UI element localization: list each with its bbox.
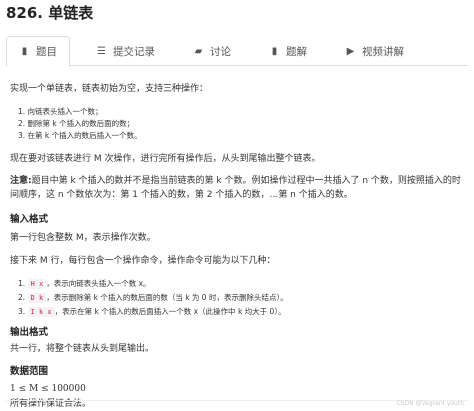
book-icon: ▮ [21, 46, 28, 57]
tab-label: 提交记录 [113, 45, 155, 58]
cmd-num: 1. [18, 279, 26, 288]
tab-video[interactable]: ▶ 视频讲解 [333, 36, 416, 66]
tab-problem[interactable]: ▮ 题目 [6, 36, 70, 67]
tab-label: 题目 [36, 46, 57, 58]
tab-label: 题解 [286, 45, 307, 58]
bookmark-icon: ▮ [271, 45, 278, 57]
cmd-code: H x [27, 279, 47, 289]
tab-solutions[interactable]: ▮ 题解 [257, 36, 319, 66]
range-formula: 1 ≤ M ≤ 100000 [10, 384, 86, 394]
cmd-code: D k [27, 293, 47, 303]
page-title: 826. 单链表 [6, 4, 94, 22]
cmd-item-3: 3. I k x ，表示在第 k 个插入的数后面插入一个数 x（此操作中 k 均大… [18, 305, 286, 319]
cmd-item-2: 2. D k ，表示删除第 k 个插入的数后面的数（当 k 为 0 时，表示删除头… [18, 291, 288, 305]
input-heading: 输入格式 [10, 214, 49, 225]
video-icon: ▶ [346, 45, 355, 57]
tab-label: 视频讲解 [362, 45, 404, 58]
watermark: CSDN @Vagrant youth [396, 400, 464, 407]
output-heading: 输出格式 [10, 327, 49, 338]
note-line-1: 注意:题目中第 k 个插入的数并不是指当前链表的第 k 个数。例如操作过程中一共… [10, 174, 461, 188]
note-text-1: 题目中第 k 个插入的数并不是指当前链表的第 k 个数。例如操作过程中一共插入了… [31, 176, 461, 186]
tab-bar: ▮ 题目 ☰ 提交记录 ▰ 讨论 ▮ 题解 ▶ 视频讲解 [6, 36, 468, 67]
tab-discussion[interactable]: ▰ 讨论 [181, 36, 243, 66]
op-item-3: 3. 在第 k 个插入的数后插入一个数。 [18, 131, 142, 140]
cmd-num: 3. [18, 307, 26, 316]
list-icon: ☰ [97, 45, 106, 57]
note-line-2: 间顺序，这 n 个数依次为：第 1 个插入的数，第 2 个插入的数，…第 n 个… [10, 190, 353, 200]
intro-text: 实现一个单链表，链表初始为空，支持三种操作： [10, 84, 209, 94]
task-text: 现在要对该链表进行 M 次操作，进行完所有操作后，从头到尾输出整个链表。 [10, 154, 321, 164]
cmd-text: ，表示向链表头插入一个数 x。 [46, 279, 151, 288]
tab-label: 讨论 [210, 45, 231, 58]
cmd-code: I k x [27, 307, 55, 317]
input-line-2: 接下来 M 行，每行包含一个操作命令，操作命令可能为以下几种： [10, 256, 276, 266]
cmd-item-1: 1. H x ，表示向链表头插入一个数 x。 [18, 277, 151, 291]
output-line: 共一行，将整个链表从头到尾输出。 [10, 344, 155, 354]
tab-submissions[interactable]: ☰ 提交记录 [84, 36, 167, 66]
cmd-text: ，表示在第 k 个插入的数后面插入一个数 x（此操作中 k 均大于 0）。 [54, 307, 286, 316]
input-line-1: 第一行包含整数 M，表示操作次数。 [10, 233, 156, 243]
cmd-num: 2. [18, 293, 26, 302]
comment-icon: ▰ [194, 45, 203, 57]
cmd-text: ，表示删除第 k 个插入的数后面的数（当 k 为 0 时，表示删除头结点）。 [46, 293, 288, 302]
range-heading: 数据范围 [10, 366, 49, 377]
note-label: 注意: [10, 176, 32, 186]
